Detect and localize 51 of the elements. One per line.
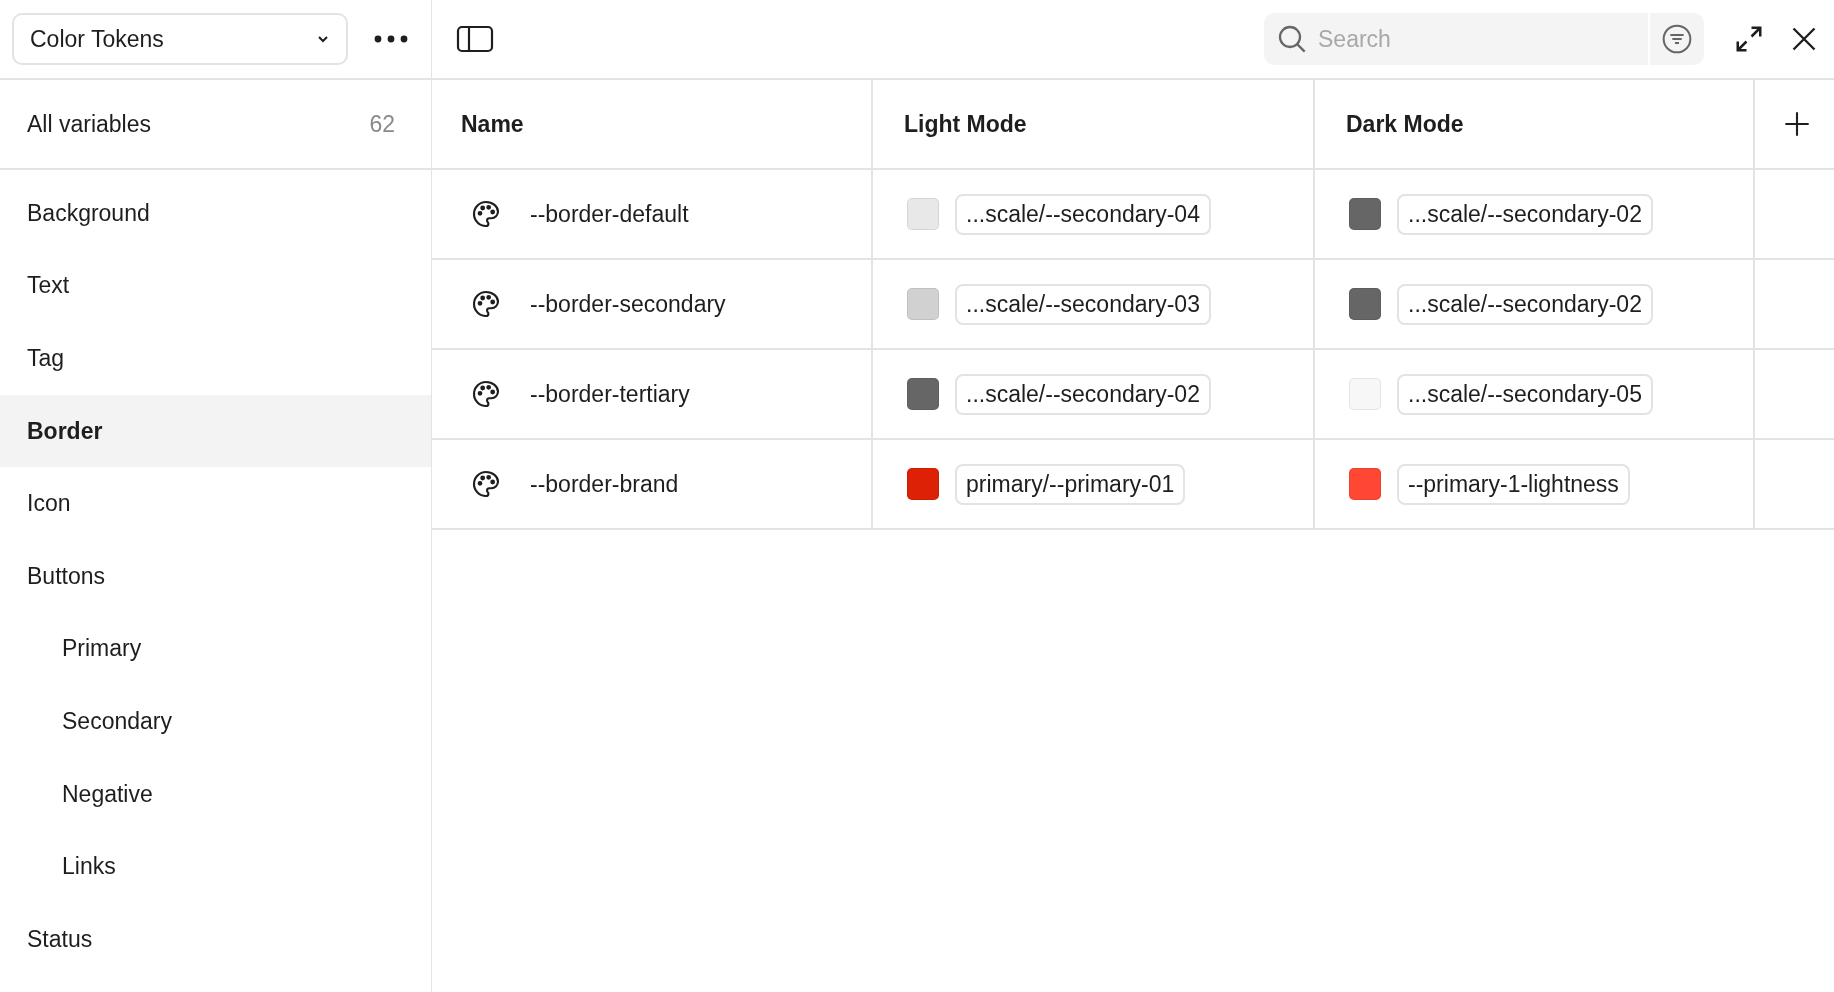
filter-button[interactable]	[1650, 13, 1704, 65]
sidebar-item[interactable]: Negative	[0, 757, 431, 831]
color-swatch[interactable]	[907, 198, 939, 230]
more-icon	[374, 35, 408, 43]
chevron-down-icon	[316, 34, 330, 44]
color-swatch[interactable]	[907, 288, 939, 320]
sidebar-item[interactable]: Buttons	[0, 539, 431, 613]
variable-count: 62	[369, 110, 395, 138]
sidebar-icon	[456, 25, 494, 53]
plus-icon	[1783, 110, 1811, 138]
collection-select[interactable]: Color Tokens	[12, 13, 348, 65]
color-swatch[interactable]	[907, 378, 939, 410]
sidebar-item[interactable]: Border	[0, 394, 431, 468]
column-header: Light Mode	[904, 110, 1027, 138]
sidebar-item[interactable]: Secondary	[0, 685, 431, 758]
variable-name: --border-brand	[530, 470, 679, 498]
sidebar-item[interactable]: Primary	[0, 612, 431, 686]
palette-icon	[470, 468, 502, 500]
variable-name: --border-tertiary	[530, 380, 690, 408]
search-icon	[1276, 23, 1308, 55]
color-swatch[interactable]	[1349, 378, 1381, 410]
value-chip[interactable]: ...scale/--secondary-05	[1397, 373, 1653, 415]
value-chip[interactable]: ...scale/--secondary-02	[1397, 193, 1653, 235]
sidebar-item[interactable]: Status	[0, 902, 431, 976]
expand-icon	[1734, 24, 1764, 54]
search-field[interactable]: Search	[1264, 13, 1648, 65]
value-chip[interactable]: --primary-1-lightness	[1397, 463, 1630, 505]
sidebar-item[interactable]: Text	[0, 249, 431, 323]
filter-icon	[1661, 23, 1693, 55]
column-header: Dark Mode	[1346, 110, 1464, 138]
sidebar-item[interactable]: Links	[0, 830, 431, 903]
color-swatch[interactable]	[907, 468, 939, 500]
variable-name: --border-default	[530, 200, 689, 228]
palette-icon	[470, 198, 502, 230]
value-chip[interactable]: ...scale/--secondary-02	[1397, 283, 1653, 325]
value-chip[interactable]: ...scale/--secondary-04	[955, 193, 1211, 235]
palette-icon	[470, 378, 502, 410]
palette-icon	[470, 288, 502, 320]
color-swatch[interactable]	[1349, 198, 1381, 230]
color-swatch[interactable]	[1349, 288, 1381, 320]
column-header: Name	[461, 110, 524, 138]
color-swatch[interactable]	[1349, 468, 1381, 500]
sidebar-item[interactable]: Tag	[0, 322, 431, 395]
value-chip[interactable]: primary/--primary-01	[955, 463, 1186, 505]
close-icon	[1790, 25, 1818, 53]
sidebar-item[interactable]: Background	[0, 177, 431, 250]
sidebar-item[interactable]: Icon	[0, 467, 431, 540]
value-chip[interactable]: ...scale/--secondary-03	[955, 283, 1211, 325]
variable-name: --border-secondary	[530, 290, 726, 318]
value-chip[interactable]: ...scale/--secondary-02	[955, 373, 1211, 415]
all-variables-label: All variables	[27, 110, 151, 138]
